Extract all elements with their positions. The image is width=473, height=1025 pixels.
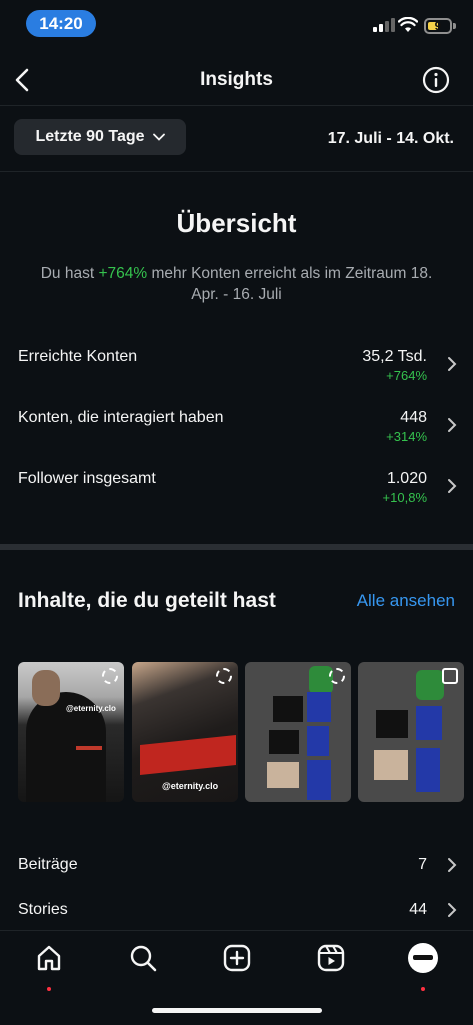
nav-home[interactable]: [34, 943, 64, 991]
blue-jacket: [307, 692, 331, 722]
metric-value: 1.020: [386, 470, 427, 487]
chevron-down-icon: [152, 133, 165, 141]
story-ring-icon: [216, 668, 232, 684]
overview-text-suffix: mehr Konten erreicht als im Zeitraum 18.…: [147, 265, 433, 303]
battery-level: 9: [434, 19, 442, 33]
shirt-print: [140, 734, 236, 776]
chevron-right-icon: [448, 479, 457, 493]
overview-title: Übersicht: [176, 208, 297, 238]
wifi-icon: [398, 17, 418, 32]
metric-label: Erreichte Konten: [18, 348, 138, 365]
info-icon[interactable]: [422, 66, 450, 94]
date-range: 17. Juli - 14. Okt.: [327, 130, 454, 147]
chevron-right-icon: [448, 418, 457, 432]
blue-pants-2: [307, 760, 331, 800]
overview-highlight: +764%: [98, 265, 148, 282]
notification-dot: [47, 987, 51, 991]
metric-change: +764%: [386, 368, 427, 383]
metric-row-reached-accounts[interactable]: Erreichte Konten 35,2 Tsd. +764%: [18, 348, 457, 394]
see-all-link[interactable]: Alle ansehen: [357, 591, 455, 611]
avatar-logo: [413, 955, 433, 960]
metric-row-total-followers[interactable]: Follower insgesamt 1.020 +10,8%: [18, 470, 457, 516]
home-icon: [37, 945, 61, 971]
green-hoodie: [416, 670, 444, 700]
period-label: Letzte 90 Tage: [35, 128, 145, 145]
overview-summary: Du hast +764% mehr Konten erreicht als i…: [40, 263, 433, 305]
shared-content-title: Inhalte, die du geteilt hast: [18, 589, 276, 612]
metric-row-engaged-accounts[interactable]: Konten, die interagiert haben 448 +314%: [18, 409, 457, 455]
header-divider: [0, 105, 473, 106]
story-ring-icon: [329, 668, 345, 684]
chevron-right-icon: [448, 903, 457, 917]
battery-tip: [453, 23, 456, 29]
thumbnail-caption: @eternity.clo: [162, 781, 219, 791]
shirt-print: [76, 746, 102, 750]
chevron-right-icon: [448, 357, 457, 371]
list-value: 7: [418, 856, 427, 873]
reels-icon: [317, 944, 345, 972]
period-divider: [0, 171, 473, 172]
home-indicator: [152, 1008, 322, 1013]
section-divider: [0, 544, 473, 550]
overview-text-prefix: Du hast: [40, 265, 99, 282]
chevron-right-icon: [448, 858, 457, 872]
story-ring-icon: [102, 668, 118, 684]
nav-profile[interactable]: [408, 943, 438, 991]
face-shape: [32, 670, 60, 706]
nav-reels[interactable]: [316, 943, 346, 973]
battery-icon: 9: [424, 18, 452, 34]
page-title: Insights: [200, 69, 273, 90]
status-time: 14:20: [26, 10, 96, 37]
carousel-icon: [442, 668, 458, 684]
post-thumbnail[interactable]: [358, 662, 464, 802]
list-label: Stories: [18, 901, 68, 918]
beige-tee: [267, 762, 299, 788]
nav-create[interactable]: [222, 943, 252, 973]
metric-change: +10,8%: [382, 490, 427, 505]
black-tee-2: [269, 730, 299, 754]
metric-label: Follower insgesamt: [18, 470, 156, 487]
story-thumbnail[interactable]: @eternity.clo: [18, 662, 124, 802]
story-thumbnail[interactable]: @eternity.clo: [132, 662, 238, 802]
beige-tee: [374, 750, 408, 780]
blue-pants: [416, 748, 440, 792]
metric-value: 448: [400, 409, 427, 426]
cellular-signal-icon: [373, 18, 395, 32]
profile-avatar: [408, 943, 438, 973]
create-icon: [223, 944, 251, 972]
thumbnail-caption: @eternity.clo: [66, 704, 116, 713]
list-row-stories[interactable]: Stories 44: [18, 901, 457, 925]
nav-search[interactable]: [128, 943, 158, 973]
notification-dot: [421, 987, 425, 991]
post-thumbnail[interactable]: [245, 662, 351, 802]
black-tee: [376, 710, 408, 738]
blue-jacket: [416, 706, 442, 740]
metric-change: +314%: [386, 429, 427, 444]
black-tee: [273, 696, 303, 722]
metric-label: Konten, die interagiert haben: [18, 409, 224, 426]
list-value: 44: [409, 901, 427, 918]
blue-pants: [307, 726, 329, 756]
search-icon: [130, 945, 157, 972]
list-row-posts[interactable]: Beiträge 7: [18, 856, 457, 880]
list-label: Beiträge: [18, 856, 78, 873]
metric-value: 35,2 Tsd.: [362, 348, 427, 365]
period-dropdown[interactable]: Letzte 90 Tage: [14, 119, 186, 155]
